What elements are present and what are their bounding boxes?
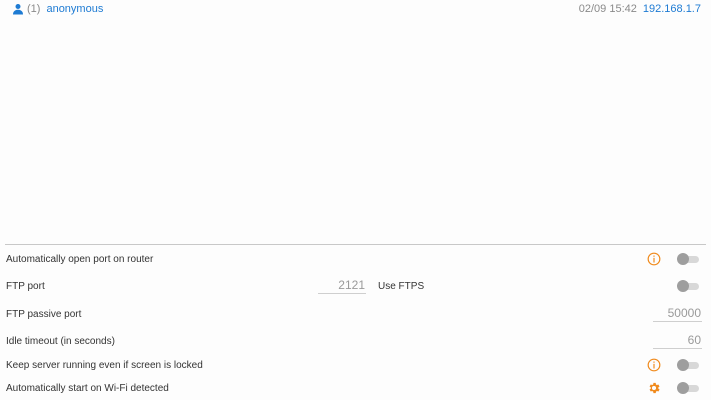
use-ftps-label: Use FTPS	[378, 280, 425, 292]
connected-user-name[interactable]: anonymous	[46, 3, 103, 15]
ftp-port-label: FTP port	[6, 280, 45, 292]
setting-auto-start-wifi: Automatically start on Wi-Fi detected	[6, 377, 699, 399]
auto-start-wifi-toggle[interactable]	[677, 382, 699, 394]
use-ftps-toggle[interactable]	[677, 280, 699, 292]
ftp-server-screen: (1) anonymous 02/09 15:42 192.168.1.7 Au…	[0, 0, 711, 400]
idle-timeout-label: Idle timeout (in seconds)	[6, 335, 115, 347]
connection-datetime: 02/09 15:42	[578, 3, 637, 15]
connected-users-count: (1)	[27, 3, 41, 15]
status-bar: (1) anonymous 02/09 15:42 192.168.1.7	[12, 0, 701, 18]
server-ip-address[interactable]: 192.168.1.7	[643, 3, 701, 15]
idle-timeout-input[interactable]	[653, 333, 702, 349]
auto-open-port-toggle[interactable]	[677, 253, 699, 265]
setting-auto-open-port: Automatically open port on router	[6, 248, 699, 270]
setting-idle-timeout: Idle timeout (in seconds)	[6, 330, 702, 352]
auto-open-port-label: Automatically open port on router	[6, 253, 154, 265]
user-icon	[13, 4, 23, 15]
gear-icon[interactable]	[647, 381, 661, 395]
ftp-passive-port-input[interactable]	[653, 306, 702, 322]
auto-start-wifi-label: Automatically start on Wi-Fi detected	[6, 382, 169, 394]
ftp-passive-port-label: FTP passive port	[6, 308, 82, 320]
setting-ftp-passive-port: FTP passive port	[6, 303, 702, 325]
setting-keep-running: Keep server running even if screen is lo…	[6, 354, 699, 376]
ftp-port-input[interactable]	[318, 278, 366, 294]
info-icon[interactable]	[647, 252, 661, 266]
divider	[5, 244, 706, 245]
setting-ftp-port: FTP port Use FTPS	[6, 275, 699, 297]
keep-running-label: Keep server running even if screen is lo…	[6, 359, 203, 371]
info-icon[interactable]	[647, 358, 661, 372]
keep-running-toggle[interactable]	[677, 359, 699, 371]
